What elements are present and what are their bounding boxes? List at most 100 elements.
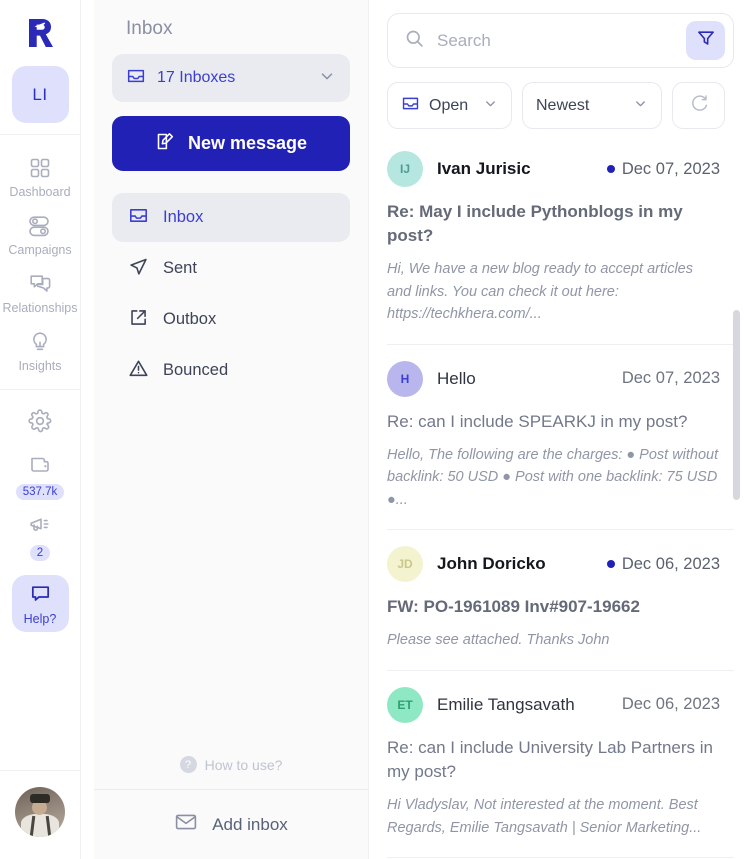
message-date: Dec 06, 2023 [621, 695, 720, 714]
list-controls: Open Newest [387, 68, 734, 145]
page-title: Inbox [126, 18, 173, 39]
app-logo[interactable] [0, 0, 80, 66]
message-header: JD John Doricko Dec 06, 2023 [387, 546, 720, 583]
user-profile-photo[interactable] [15, 787, 65, 837]
warning-triangle-icon [128, 358, 149, 384]
inbox-tray-icon [401, 94, 420, 118]
sidebar-item-dashboard[interactable]: Dashboard [0, 147, 80, 205]
settings-button[interactable] [0, 398, 80, 443]
left-nav-rail: LI Dashboard Campaigns Relationships Ins… [0, 0, 81, 859]
sidebar-item-bounced[interactable]: Bounced [112, 346, 350, 395]
new-message-label: New message [187, 133, 308, 153]
photo-shirt [21, 814, 59, 837]
inbox-tray-icon [126, 66, 146, 91]
message-list-item[interactable]: ET Emilie Tangsavath Dec 06, 2023 Re: ca… [387, 671, 734, 858]
organization-initials: LI [32, 84, 48, 104]
message-subject: FW: PO-1961089 Inv#907-19662 [387, 597, 640, 617]
message-date-group: Dec 07, 2023 [606, 159, 720, 179]
search-bar [387, 13, 734, 68]
sidebar-label-campaigns: Campaigns [8, 243, 72, 257]
message-list-item[interactable]: H Hello Dec 07, 2023 Re: can I include S… [387, 345, 734, 531]
inbox-sidebar: Inbox 17 Inboxes New message Inbox Sent … [94, 0, 369, 859]
message-header: H Hello Dec 07, 2023 [387, 360, 720, 397]
dashboard-grid-icon [28, 155, 52, 181]
message-sender: Ivan Jurisic [437, 159, 531, 178]
chat-bubble-icon [29, 582, 52, 610]
gear-icon [27, 408, 53, 439]
message-list-panel: Open Newest [369, 0, 744, 859]
search-row [387, 0, 734, 68]
sidebar-item-campaigns[interactable]: Campaigns [0, 205, 80, 263]
sidebar-label-relationships: Relationships [2, 301, 78, 315]
rocket-r-logo-icon [29, 19, 53, 47]
sidebar-item-relationships[interactable]: Relationships [0, 263, 80, 321]
sort-label: Newest [536, 96, 590, 114]
message-sender: Hello [437, 368, 476, 388]
chevron-down-icon [633, 96, 648, 116]
message-subject: Re: can I include University Lab Partner… [387, 737, 713, 781]
message-preview: Hi, We have a new blog ready to accept a… [387, 261, 694, 323]
message-date-group: Dec 07, 2023 [622, 369, 720, 388]
message-sender: John Doricko [437, 554, 546, 574]
message-list[interactable]: IJ Ivan Jurisic Dec 07, 2023 Re: May I i… [387, 145, 734, 859]
message-date-group: Dec 06, 2023 [606, 555, 720, 574]
message-header: ET Emilie Tangsavath Dec 06, 2023 [387, 686, 720, 723]
message-date-group: Dec 06, 2023 [622, 695, 720, 714]
megaphone-icon [27, 514, 53, 543]
filter-button[interactable] [686, 21, 725, 60]
message-preview: Hello, The following are the charges: ● … [387, 446, 719, 508]
message-header: IJ Ivan Jurisic Dec 07, 2023 [387, 151, 720, 187]
avatar-initials: IJ [399, 162, 410, 176]
avatar-initials: ET [397, 697, 413, 712]
announcements-button[interactable]: 2 [0, 504, 80, 565]
message-list-scrollbar[interactable] [733, 310, 740, 500]
refresh-button[interactable] [672, 82, 725, 129]
search-input[interactable] [437, 30, 686, 51]
add-inbox-label: Add inbox [212, 814, 288, 834]
new-message-button[interactable]: New message [112, 116, 350, 171]
insights-bulb-icon [28, 329, 52, 355]
folder-list: Inbox Sent Outbox Bounced [112, 193, 350, 395]
credits-button[interactable]: 537.7k [0, 443, 80, 504]
send-paperplane-icon [128, 256, 149, 282]
sidebar-item-sent[interactable]: Sent [112, 244, 350, 293]
sort-dropdown[interactable]: Newest [522, 82, 662, 129]
avatar: IJ [387, 151, 423, 187]
message-preview: Please see attached. Thanks John [387, 632, 610, 649]
photo-hat [29, 794, 50, 803]
how-to-use-link[interactable]: ? How to use? [112, 742, 350, 789]
avatar: JD [387, 546, 423, 583]
status-filter-dropdown[interactable]: Open [387, 82, 512, 129]
how-to-use-label: How to use? [204, 756, 283, 773]
folder-label-inbox: Inbox [163, 208, 204, 226]
sidebar-item-insights[interactable]: Insights [0, 321, 80, 379]
envelope-icon [174, 810, 198, 839]
message-list-item[interactable]: JD John Doricko Dec 06, 2023 FW: PO-1961… [387, 530, 734, 671]
chevron-down-icon [318, 67, 336, 90]
folder-label-sent: Sent [163, 259, 197, 277]
message-subject: Re: can I include SPEARKJ in my post? [387, 411, 688, 431]
message-date: Dec 07, 2023 [621, 369, 720, 388]
credits-folder-icon [27, 453, 53, 482]
message-date: Dec 07, 2023 [621, 159, 720, 178]
refresh-icon [689, 93, 709, 118]
unread-dot-indicator [606, 560, 615, 569]
inbox-selector-dropdown[interactable]: 17 Inboxes [112, 54, 350, 102]
avatar-initials: H [400, 371, 410, 386]
message-sender: Emilie Tangsavath [437, 694, 575, 714]
help-label: Help? [23, 611, 57, 626]
sidebar-item-inbox[interactable]: Inbox [112, 193, 350, 242]
organization-avatar[interactable]: LI [11, 66, 69, 123]
relationships-chat-icon [28, 271, 53, 297]
sidebar-item-outbox[interactable]: Outbox [112, 295, 350, 344]
add-inbox-button[interactable]: Add inbox [94, 789, 368, 859]
rail-utility-list: 537.7k 2 Help? [0, 390, 80, 632]
unread-dot-indicator [606, 165, 615, 173]
rail-nav-list: Dashboard Campaigns Relationships Insigh… [0, 135, 80, 379]
help-button[interactable]: Help? [11, 575, 69, 632]
question-mark-icon: ? [179, 756, 197, 773]
rail-divider-bottom [0, 770, 81, 771]
campaigns-toggle-icon [27, 213, 53, 239]
rail-bottom [0, 770, 81, 859]
message-list-item[interactable]: IJ Ivan Jurisic Dec 07, 2023 Re: May I i… [387, 145, 734, 345]
